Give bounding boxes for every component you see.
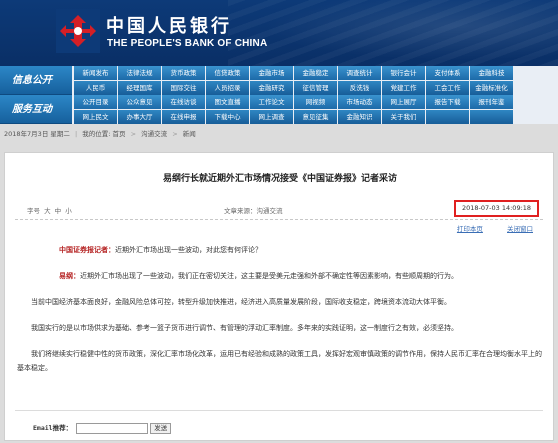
breadcrumb: 2018年7月3日 星期二 | 我的位置: 首页 > 沟通交流 > 新闻 [4, 128, 554, 140]
nav-item[interactable]: 图文直播 [206, 95, 250, 109]
nav-item[interactable]: 网上民文 [74, 110, 118, 124]
breadcrumb-item-home[interactable]: 我的位置: 首页 [82, 130, 125, 138]
divider [15, 219, 543, 220]
send-button[interactable]: 发送 [150, 422, 172, 434]
nav-item[interactable]: 金融稳定 [294, 66, 338, 80]
nav-item[interactable]: 市场动态 [338, 95, 382, 109]
nav-item[interactable]: 金融知识 [338, 110, 382, 124]
nav-item[interactable]: 下载中心 [206, 110, 250, 124]
nav-item[interactable]: 在线访谈 [162, 95, 206, 109]
nav-group-info: 信息公开 新闻发布 法律法规 货币政策 信贷政策 金融市场 金融稳定 调查统计 银行会计 支付体… [0, 66, 558, 95]
question-paragraph: 中国证券报记者：近期外汇市场出现一些波动，对此您有何评论？ [17, 243, 543, 257]
nav-group-title: 信息公开 [0, 66, 72, 95]
body-paragraph: 当前中国经济基本面良好，金融风险总体可控，转型升级加快推进，经济进入高质量发展阶… [31, 298, 451, 306]
chevron-right-icon: > [172, 130, 178, 138]
nav-item[interactable]: 金融研究 [250, 81, 294, 95]
site-header: 中国人民银行 THE PEOPLE'S BANK OF CHINA [0, 0, 558, 66]
article-date: 2018-07-03 14:09:18 [454, 200, 540, 217]
email-input[interactable] [76, 422, 149, 434]
nav-item[interactable]: 报告下载 [426, 95, 470, 109]
separator: | [74, 130, 78, 138]
nav-item[interactable]: 关于我们 [382, 110, 426, 124]
current-date: 2018年7月3日 星期二 [4, 130, 70, 138]
pboc-logo-icon [56, 9, 100, 53]
close-window-link[interactable]: 关闭窗口 [507, 225, 533, 233]
nav-item[interactable]: 金融标准化 [470, 81, 514, 95]
question-speaker: 中国证券报记者： [59, 246, 115, 254]
header-decoration [228, 0, 558, 66]
nav-group-items: 公开目录 公众意见 在线访谈 图文直播 工作论文 网视频 市场动态 网上展厅 报告下载 报刊年鉴网… [74, 95, 558, 124]
article-title: 易纲行长就近期外汇市场情况接受《中国证券报》记者采访 [162, 174, 397, 184]
divider [15, 410, 543, 411]
nav-row: 公开目录 公众意见 在线访谈 图文直播 工作论文 网视频 市场动态 网上展厅 报告下载 报刊年鉴 [74, 95, 558, 109]
logo-chinese-name: 中国人民银行 [106, 16, 232, 37]
nav-item[interactable]: 报刊年鉴 [470, 95, 514, 109]
nav-item[interactable]: 网视频 [294, 95, 338, 109]
font-size-large[interactable]: 大 [44, 207, 51, 215]
nav-item[interactable]: 征信管理 [294, 81, 338, 95]
email-label: Email推荐： [33, 424, 73, 432]
nav-item[interactable] [470, 110, 514, 124]
nav-group-service: 服务互动 公开目录 公众意见 在线访谈 图文直播 工作论文 网视频 市场动态 网上展厅 报告下载… [0, 95, 558, 124]
nav-item[interactable]: 经理国库 [118, 81, 162, 95]
question-text: 近期外汇市场出现一些波动，对此您有何评论？ [115, 246, 262, 254]
nav-item[interactable]: 办事大厅 [118, 110, 162, 124]
nav-item[interactable]: 公众意见 [118, 95, 162, 109]
nav-item[interactable]: 网上展厅 [382, 95, 426, 109]
font-size-small[interactable]: 小 [65, 207, 72, 215]
nav-item[interactable]: 调查统计 [338, 66, 382, 80]
font-size-control: 字号 大 中 小 [27, 205, 72, 215]
nav-item[interactable]: 法律法规 [118, 66, 162, 80]
nav-item[interactable]: 金融科技 [470, 66, 514, 80]
nav-group-items: 新闻发布 法律法规 货币政策 信贷政策 金融市场 金融稳定 调查统计 银行会计 支付体系 金融科技… [74, 66, 558, 95]
chevron-right-icon: > [130, 130, 137, 138]
answer-text: 近期外汇市场出现了一些波动，我们正在密切关注，这主要是受美元走强和外部不确定性等… [80, 272, 458, 280]
answer-speaker: 易纲： [59, 272, 80, 280]
nav-item[interactable]: 人民币 [74, 81, 118, 95]
nav-item[interactable]: 反洗钱 [338, 81, 382, 95]
logo-english-name: THE PEOPLE'S BANK OF CHINA [107, 38, 268, 49]
nav-item[interactable]: 网上调查 [250, 110, 294, 124]
nav-item[interactable]: 人员招录 [206, 81, 250, 95]
nav-item[interactable]: 银行会计 [382, 66, 426, 80]
nav-row: 人民币 经理国库 国际交往 人员招录 金融研究 征信管理 反洗钱 党建工作 工会工作 金融标准化 [74, 81, 558, 95]
article-source: 文章来源：沟通交流 [224, 207, 283, 215]
nav-item[interactable] [426, 110, 470, 124]
nav-row: 网上民文 办事大厅 在线申报 下载中心 网上调查 意见征集 金融知识 关于我们 [74, 110, 558, 124]
nav-item[interactable]: 货币政策 [162, 66, 206, 80]
breadcrumb-item-communication[interactable]: 沟通交流 [141, 130, 167, 138]
nav-item[interactable]: 党建工作 [382, 81, 426, 95]
nav-item[interactable]: 意见征集 [294, 110, 338, 124]
nav-item[interactable]: 工作论文 [250, 95, 294, 109]
article-actions: 打印本页 关闭窗口 [435, 223, 533, 233]
print-link[interactable]: 打印本页 [457, 225, 483, 233]
article-panel: 易纲行长就近期外汇市场情况接受《中国证券报》记者采访 字号 大 中 小 文章来源… [4, 152, 554, 441]
body-paragraph: 我们将继续实行稳健中性的货币政策，深化汇率市场化改革，运用已有经验和成熟的政策工… [17, 350, 542, 372]
nav-item[interactable]: 工会工作 [426, 81, 470, 95]
nav-item[interactable]: 公开目录 [74, 95, 118, 109]
nav-item[interactable]: 国际交往 [162, 81, 206, 95]
nav-group-title: 服务互动 [0, 95, 72, 124]
nav-item[interactable]: 新闻发布 [74, 66, 118, 80]
article-body: 中国证券报记者：近期外汇市场出现一些波动，对此您有何评论？ 易纲：近期外汇市场出… [17, 243, 543, 387]
article-meta: 字号 大 中 小 文章来源：沟通交流 2018-07-03 14:09:18 [5, 200, 555, 217]
font-size-label: 字号 [27, 207, 40, 215]
email-recommend: Email推荐： 发送 [33, 422, 172, 434]
main-navigation: 信息公开 新闻发布 法律法规 货币政策 信贷政策 金融市场 金融稳定 调查统计 银行会计 支付体… [0, 66, 558, 124]
nav-item[interactable]: 支付体系 [426, 66, 470, 80]
breadcrumb-item-news[interactable]: 新闻 [183, 130, 196, 138]
answer-paragraph: 易纲：近期外汇市场出现了一些波动，我们正在密切关注，这主要是受美元走强和外部不确… [17, 269, 543, 283]
nav-row: 新闻发布 法律法规 货币政策 信贷政策 金融市场 金融稳定 调查统计 银行会计 支付体系 金融科技 [74, 66, 558, 80]
nav-item[interactable]: 金融市场 [250, 66, 294, 80]
nav-item[interactable]: 在线申报 [162, 110, 206, 124]
font-size-medium[interactable]: 中 [55, 207, 62, 215]
nav-item[interactable]: 信贷政策 [206, 66, 250, 80]
body-paragraph: 我国实行的是以市场供求为基础、参考一篮子货币进行调节、有管理的浮动汇率制度。多年… [31, 324, 458, 332]
